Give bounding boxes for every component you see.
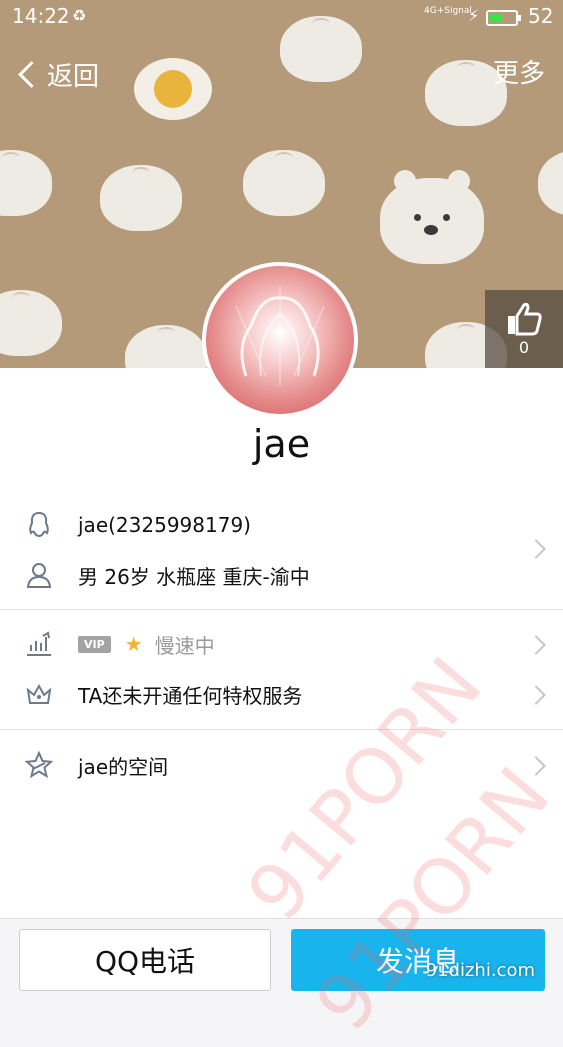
account-text: jae(2325998179) — [78, 513, 251, 537]
notification-icon: ♻ — [72, 6, 87, 25]
star-icon: ★ — [124, 632, 143, 656]
bun-pattern — [100, 165, 182, 231]
chevron-left-icon — [18, 60, 45, 88]
penguin-icon — [24, 510, 54, 540]
like-count: 0 — [518, 337, 530, 357]
vip-badge: VIP — [78, 635, 111, 653]
chevron-right-icon — [526, 756, 546, 776]
vip-status: VIP ★ 慢速中 — [78, 630, 215, 659]
egg-pattern — [134, 58, 212, 120]
vip-row[interactable]: VIP ★ 慢速中 — [0, 619, 563, 669]
battery-percent: 52 — [528, 4, 554, 28]
chart-up-icon — [24, 629, 54, 659]
chevron-right-icon — [526, 685, 546, 705]
status-time: 14:22 — [12, 4, 70, 28]
bear-pattern — [380, 170, 484, 264]
details-row: 男 26岁 水瓶座 重庆-渝中 — [0, 550, 563, 600]
qq-call-button[interactable]: QQ电话 — [19, 929, 271, 991]
back-button[interactable]: 返回 — [14, 54, 99, 94]
more-button[interactable]: 更多 — [493, 54, 545, 94]
person-icon — [24, 560, 54, 590]
bun-pattern — [0, 150, 52, 216]
network-label: 4G+Signal — [424, 6, 472, 16]
divider — [0, 729, 563, 730]
divider — [0, 609, 563, 610]
privilege-text: TA还未开通任何特权服务 — [78, 683, 303, 708]
bun-pattern — [0, 290, 62, 356]
charging-icon: ⚡ — [468, 6, 480, 25]
bun-pattern — [125, 325, 207, 368]
battery-level — [490, 14, 502, 22]
avatar-image — [235, 286, 325, 386]
star-outline-icon — [24, 750, 54, 780]
bun-pattern — [243, 150, 325, 216]
details-text: 男 26岁 水瓶座 重庆-渝中 — [78, 564, 310, 589]
account-row: jae(2325998179) — [0, 500, 563, 550]
thumbs-up-icon — [508, 302, 542, 335]
battery-icon — [486, 10, 521, 26]
avatar[interactable] — [202, 262, 358, 418]
bun-pattern — [538, 150, 563, 216]
space-label: jae的空间 — [78, 754, 169, 779]
chevron-right-icon — [526, 635, 546, 655]
watermark-url: 91dizhi.com — [425, 960, 535, 981]
speed-status: 慢速中 — [154, 633, 215, 658]
back-label: 返回 — [47, 61, 100, 92]
crown-icon — [24, 679, 54, 709]
nickname: jae — [252, 422, 311, 466]
status-bar: 14:22 ♻ 4G+Signal ⚡ 52 — [0, 0, 563, 36]
like-button[interactable]: 0 — [485, 290, 563, 368]
